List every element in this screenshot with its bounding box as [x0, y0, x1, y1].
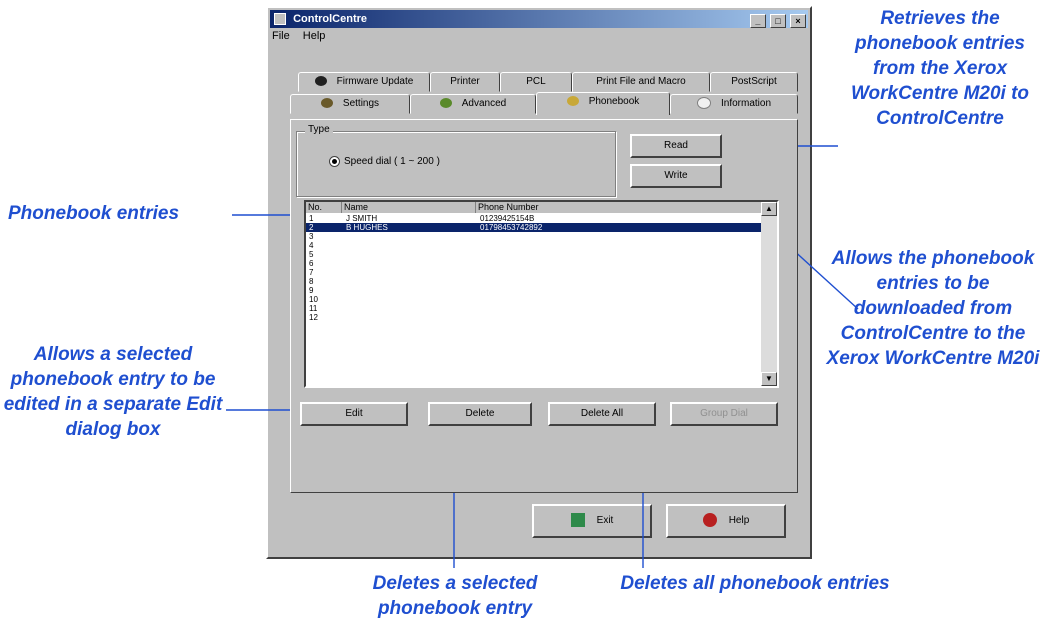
minimize-button[interactable]: _ — [749, 14, 766, 28]
maximize-button[interactable]: □ — [769, 14, 786, 28]
read-button[interactable]: Read — [630, 134, 722, 158]
tab-settings[interactable]: Settings — [290, 94, 410, 114]
tab-label: Firmware Update — [336, 76, 414, 87]
callout-delete-all: Deletes all phonebook entries — [620, 573, 890, 594]
cell-name: B HUGHES — [346, 223, 388, 232]
column-header-name[interactable]: Name — [342, 202, 476, 213]
table-row[interactable]: 6 — [306, 259, 761, 268]
table-row[interactable]: 11 — [306, 304, 761, 313]
tab-pcl[interactable]: PCL — [500, 72, 572, 92]
cell-no: 11 — [309, 304, 318, 313]
tab-printer[interactable]: Printer — [430, 72, 500, 92]
tab-firmware-update[interactable]: Firmware Update — [298, 72, 430, 92]
cell-no: 4 — [309, 241, 314, 250]
list-scrollbar[interactable]: ▲ ▼ — [761, 202, 777, 386]
phonebook-icon — [566, 96, 579, 107]
speed-dial-label: Speed dial ( 1 ~ 200 ) — [344, 156, 440, 168]
tab-label: Information — [720, 98, 772, 109]
table-row[interactable]: 4 — [306, 241, 761, 250]
callout-edit: Allows a selected phonebook entry to be … — [3, 344, 223, 440]
cell-no: 9 — [309, 286, 314, 295]
cell-phone: 01798453742892 — [480, 223, 543, 232]
advanced-icon — [439, 98, 452, 109]
table-row[interactable]: 8 — [306, 277, 761, 286]
write-button[interactable]: Write — [630, 164, 722, 188]
table-row[interactable]: 5 — [306, 250, 761, 259]
cell-no: 7 — [309, 268, 314, 277]
tab-label: PCL — [526, 76, 546, 87]
help-label: Help — [728, 515, 750, 526]
list-header: No. Name Phone Number — [306, 202, 763, 213]
tab-phonebook[interactable]: Phonebook — [536, 92, 670, 115]
exit-button[interactable]: Exit — [532, 504, 652, 538]
app-icon — [274, 13, 286, 25]
phonebook-list[interactable]: No. Name Phone Number 1 J SMITH 0123942515… — [304, 200, 779, 388]
help-icon — [702, 513, 717, 528]
group-dial-button: Group Dial — [670, 402, 778, 426]
window-title: ControlCentre — [293, 13, 368, 25]
edit-button[interactable]: Edit — [300, 402, 408, 426]
type-legend: Type — [305, 124, 333, 135]
table-row[interactable]: 1 J SMITH 01239425154B — [306, 214, 761, 223]
cell-no: 6 — [309, 259, 314, 268]
cell-phone: 01239425154B — [480, 214, 535, 223]
column-header-phone[interactable]: Phone Number — [476, 202, 763, 213]
exit-label: Exit — [596, 515, 614, 526]
cell-no: 2 — [309, 223, 314, 232]
speed-dial-radio[interactable] — [329, 156, 340, 167]
menu-bar: File Help — [272, 30, 335, 42]
controlcentre-window: ControlCentre _ □ × File Help Firmware U… — [266, 6, 812, 559]
tab-information[interactable]: Information — [670, 94, 798, 114]
tab-label: Printer — [450, 76, 480, 87]
cell-no: 8 — [309, 277, 314, 286]
tab-label: Advanced — [461, 98, 507, 109]
tab-advanced[interactable]: Advanced — [410, 94, 536, 114]
settings-icon — [320, 98, 333, 109]
delete-button[interactable]: Delete — [428, 402, 532, 426]
cell-no: 12 — [309, 313, 318, 322]
help-button[interactable]: Help — [666, 504, 786, 538]
tab-label: Settings — [342, 98, 380, 109]
callout-delete: Deletes a selected phonebook entry — [372, 573, 538, 619]
cell-name: J SMITH — [346, 214, 378, 223]
exit-icon — [570, 513, 585, 528]
table-row[interactable]: 7 — [306, 268, 761, 277]
table-row[interactable]: 10 — [306, 295, 761, 304]
tab-postscript[interactable]: PostScript — [710, 72, 798, 92]
close-button[interactable]: × — [790, 14, 806, 28]
table-row[interactable]: 3 — [306, 232, 761, 241]
speed-dial-option[interactable]: Speed dial ( 1 ~ 200 ) — [329, 156, 440, 167]
tab-label: Print File and Macro — [596, 76, 686, 87]
table-row[interactable]: 9 — [306, 286, 761, 295]
scroll-down-icon[interactable]: ▼ — [761, 372, 777, 386]
table-row[interactable]: 12 — [306, 313, 761, 322]
cell-no: 3 — [309, 232, 314, 241]
tab-label: PostScript — [731, 76, 777, 87]
firmware-icon — [314, 76, 327, 87]
tab-label: Phonebook — [588, 96, 640, 107]
callout-entries: Phonebook entries — [8, 203, 180, 224]
cell-no: 1 — [309, 214, 314, 223]
type-groupbox: Type Speed dial ( 1 ~ 200 ) — [296, 124, 616, 197]
menu-help[interactable]: Help — [303, 30, 326, 42]
column-header-no[interactable]: No. — [306, 202, 342, 213]
callout-write: Allows the phonebook entries to be downl… — [826, 248, 1040, 369]
scroll-up-icon[interactable]: ▲ — [761, 202, 777, 216]
callout-read: Retrieves the phonebook entries from the… — [850, 8, 1030, 129]
title-bar[interactable]: ControlCentre _ □ × — [270, 10, 808, 28]
cell-no: 10 — [309, 295, 318, 304]
menu-file[interactable]: File — [272, 30, 290, 42]
information-icon — [696, 97, 711, 110]
table-row[interactable]: 2 B HUGHES 01798453742892 — [306, 223, 761, 232]
cell-no: 5 — [309, 250, 314, 259]
tab-print-file-and-macro[interactable]: Print File and Macro — [572, 72, 710, 92]
delete-all-button[interactable]: Delete All — [548, 402, 656, 426]
